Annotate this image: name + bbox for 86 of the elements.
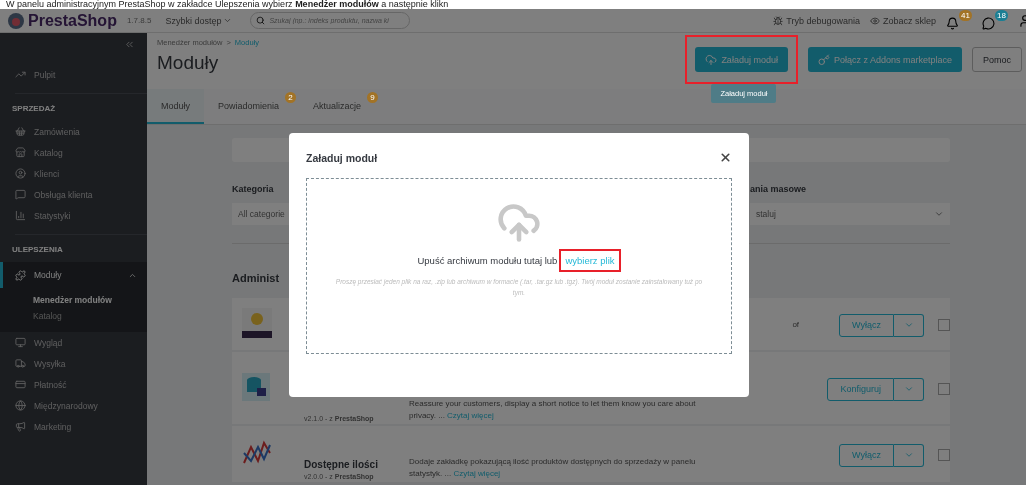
monitor-icon [15, 337, 26, 348]
tab[interactable]: Aktualizacje 9 [299, 89, 382, 124]
sidebar-item[interactable]: Klienci [0, 163, 147, 184]
dropdown-button[interactable] [894, 377, 924, 401]
tab[interactable]: Powiadomienia 2 [204, 89, 300, 124]
page-title: Moduły [157, 52, 220, 74]
sidebar-item[interactable]: Moduły [0, 262, 147, 288]
module-description: of [791, 319, 801, 331]
store-icon [15, 147, 26, 158]
close-icon [719, 151, 732, 164]
chat-bubble-icon [982, 17, 995, 30]
view-shop-link[interactable]: Zobacz sklep [869, 15, 936, 26]
user-circle-icon [15, 168, 26, 179]
notification-button[interactable]: 41 [946, 10, 972, 31]
module-description: Reassure your customers, display a short notice to let them know you care about privacy. ... Czytaj więcej [409, 398, 697, 422]
module-action-button[interactable]: Wyłącz [839, 313, 894, 337]
chat-icon [15, 189, 26, 200]
sidebar-item[interactable]: Międzynarodowy [0, 395, 147, 416]
sidebar-item[interactable]: Wysyłka [0, 353, 147, 374]
sidebar-item[interactable]: Marketing [0, 416, 147, 437]
cloud-upload-icon [705, 53, 718, 66]
collapse-icon[interactable] [124, 39, 135, 50]
logo-icon [8, 12, 24, 29]
upload-module-button[interactable]: Załaduj moduł [695, 47, 788, 72]
read-more-link[interactable]: Czytaj więcej [447, 411, 494, 420]
checkbox[interactable] [938, 383, 950, 395]
section-title: Administ [232, 272, 280, 284]
trend-chart-icon [15, 69, 26, 80]
filter-label: Kategoria [232, 184, 275, 194]
version-text: 1.7.8.5 [126, 16, 152, 25]
sidebar-item[interactable]: Obsługa klienta [0, 184, 147, 205]
eye-icon [869, 15, 880, 26]
sidebar-subitem[interactable]: Katalog [0, 308, 147, 324]
chevron-down-icon [903, 450, 914, 460]
tab-badge: 2 [285, 92, 297, 103]
debug-mode-link[interactable]: Tryb debugowania [773, 15, 860, 26]
category-select[interactable]: All categorie [232, 203, 290, 225]
sidebar-section-title: SPRZEDAŻ [11, 103, 57, 115]
drop-text: Upuść archiwum modułu tutaj lub [417, 255, 558, 266]
sidebar-subitem[interactable]: Menedżer modułów [0, 292, 147, 308]
search-icon [256, 16, 266, 25]
sidebar-item[interactable]: Pulpit [0, 64, 147, 85]
checkbox[interactable] [938, 449, 950, 461]
tab[interactable]: Moduły [147, 89, 204, 124]
read-more-link[interactable]: Czytaj więcej [453, 469, 501, 478]
module-action-button[interactable]: Konfiguruj [827, 377, 894, 401]
module-description: Dodaje zakładkę pokazującą ilość produktów dostępnych do sprzedaży w panelu statystyk. ... Czytaj więcej [409, 456, 697, 480]
choose-file-link[interactable]: wybierz plik [565, 255, 615, 266]
bar-chart-icon [15, 210, 26, 221]
sidebar-section-title: ULEPSZENIA [11, 244, 64, 256]
notification-button[interactable]: 18 [982, 10, 1008, 31]
help-button[interactable]: Pomoc [972, 47, 1022, 72]
chevron-down-icon [934, 209, 944, 219]
bug-icon [773, 15, 784, 26]
connect-addons-button[interactable]: Połącz z Addons marketplace [807, 47, 962, 72]
module-name: Dostępne ilości [304, 459, 379, 470]
modal-title: Załaduj moduł [306, 151, 378, 164]
bell-icon [946, 17, 959, 30]
dropdown-button[interactable] [894, 313, 924, 337]
caret-icon [223, 16, 233, 25]
bulk-action-select[interactable]: staluj [750, 203, 950, 225]
chevron-down-icon [903, 320, 914, 330]
count-badge: 18 [995, 10, 1008, 21]
megaphone-icon [15, 421, 26, 432]
logo-text: PrestaShop [28, 11, 117, 30]
puzzle-icon [15, 269, 26, 281]
sidebar-item[interactable]: Katalog [0, 142, 147, 163]
dropdown-button[interactable] [894, 443, 924, 467]
database-lock-icon [242, 373, 270, 401]
sidebar-item[interactable]: Zamówienia [0, 121, 147, 142]
count-badge: 41 [959, 10, 972, 21]
sidebar-item[interactable]: Płatność [0, 374, 147, 395]
basket-icon [15, 126, 26, 137]
filter-label: ania masowe [750, 184, 808, 194]
key-icon [817, 53, 830, 66]
globe-icon [15, 400, 26, 411]
credit-card-icon [15, 379, 26, 390]
close-button[interactable] [719, 151, 732, 164]
sidebar-item[interactable]: Statystyki [0, 205, 147, 226]
quick-access-button[interactable]: Szybki dostęp [165, 15, 233, 26]
chevron-down-icon [903, 384, 914, 394]
checkbox[interactable] [938, 319, 950, 331]
cloud-upload-icon [497, 201, 541, 245]
module-action-button[interactable]: Wyłącz [839, 443, 894, 467]
tab-badge: 9 [367, 92, 379, 103]
truck-icon [15, 358, 26, 369]
